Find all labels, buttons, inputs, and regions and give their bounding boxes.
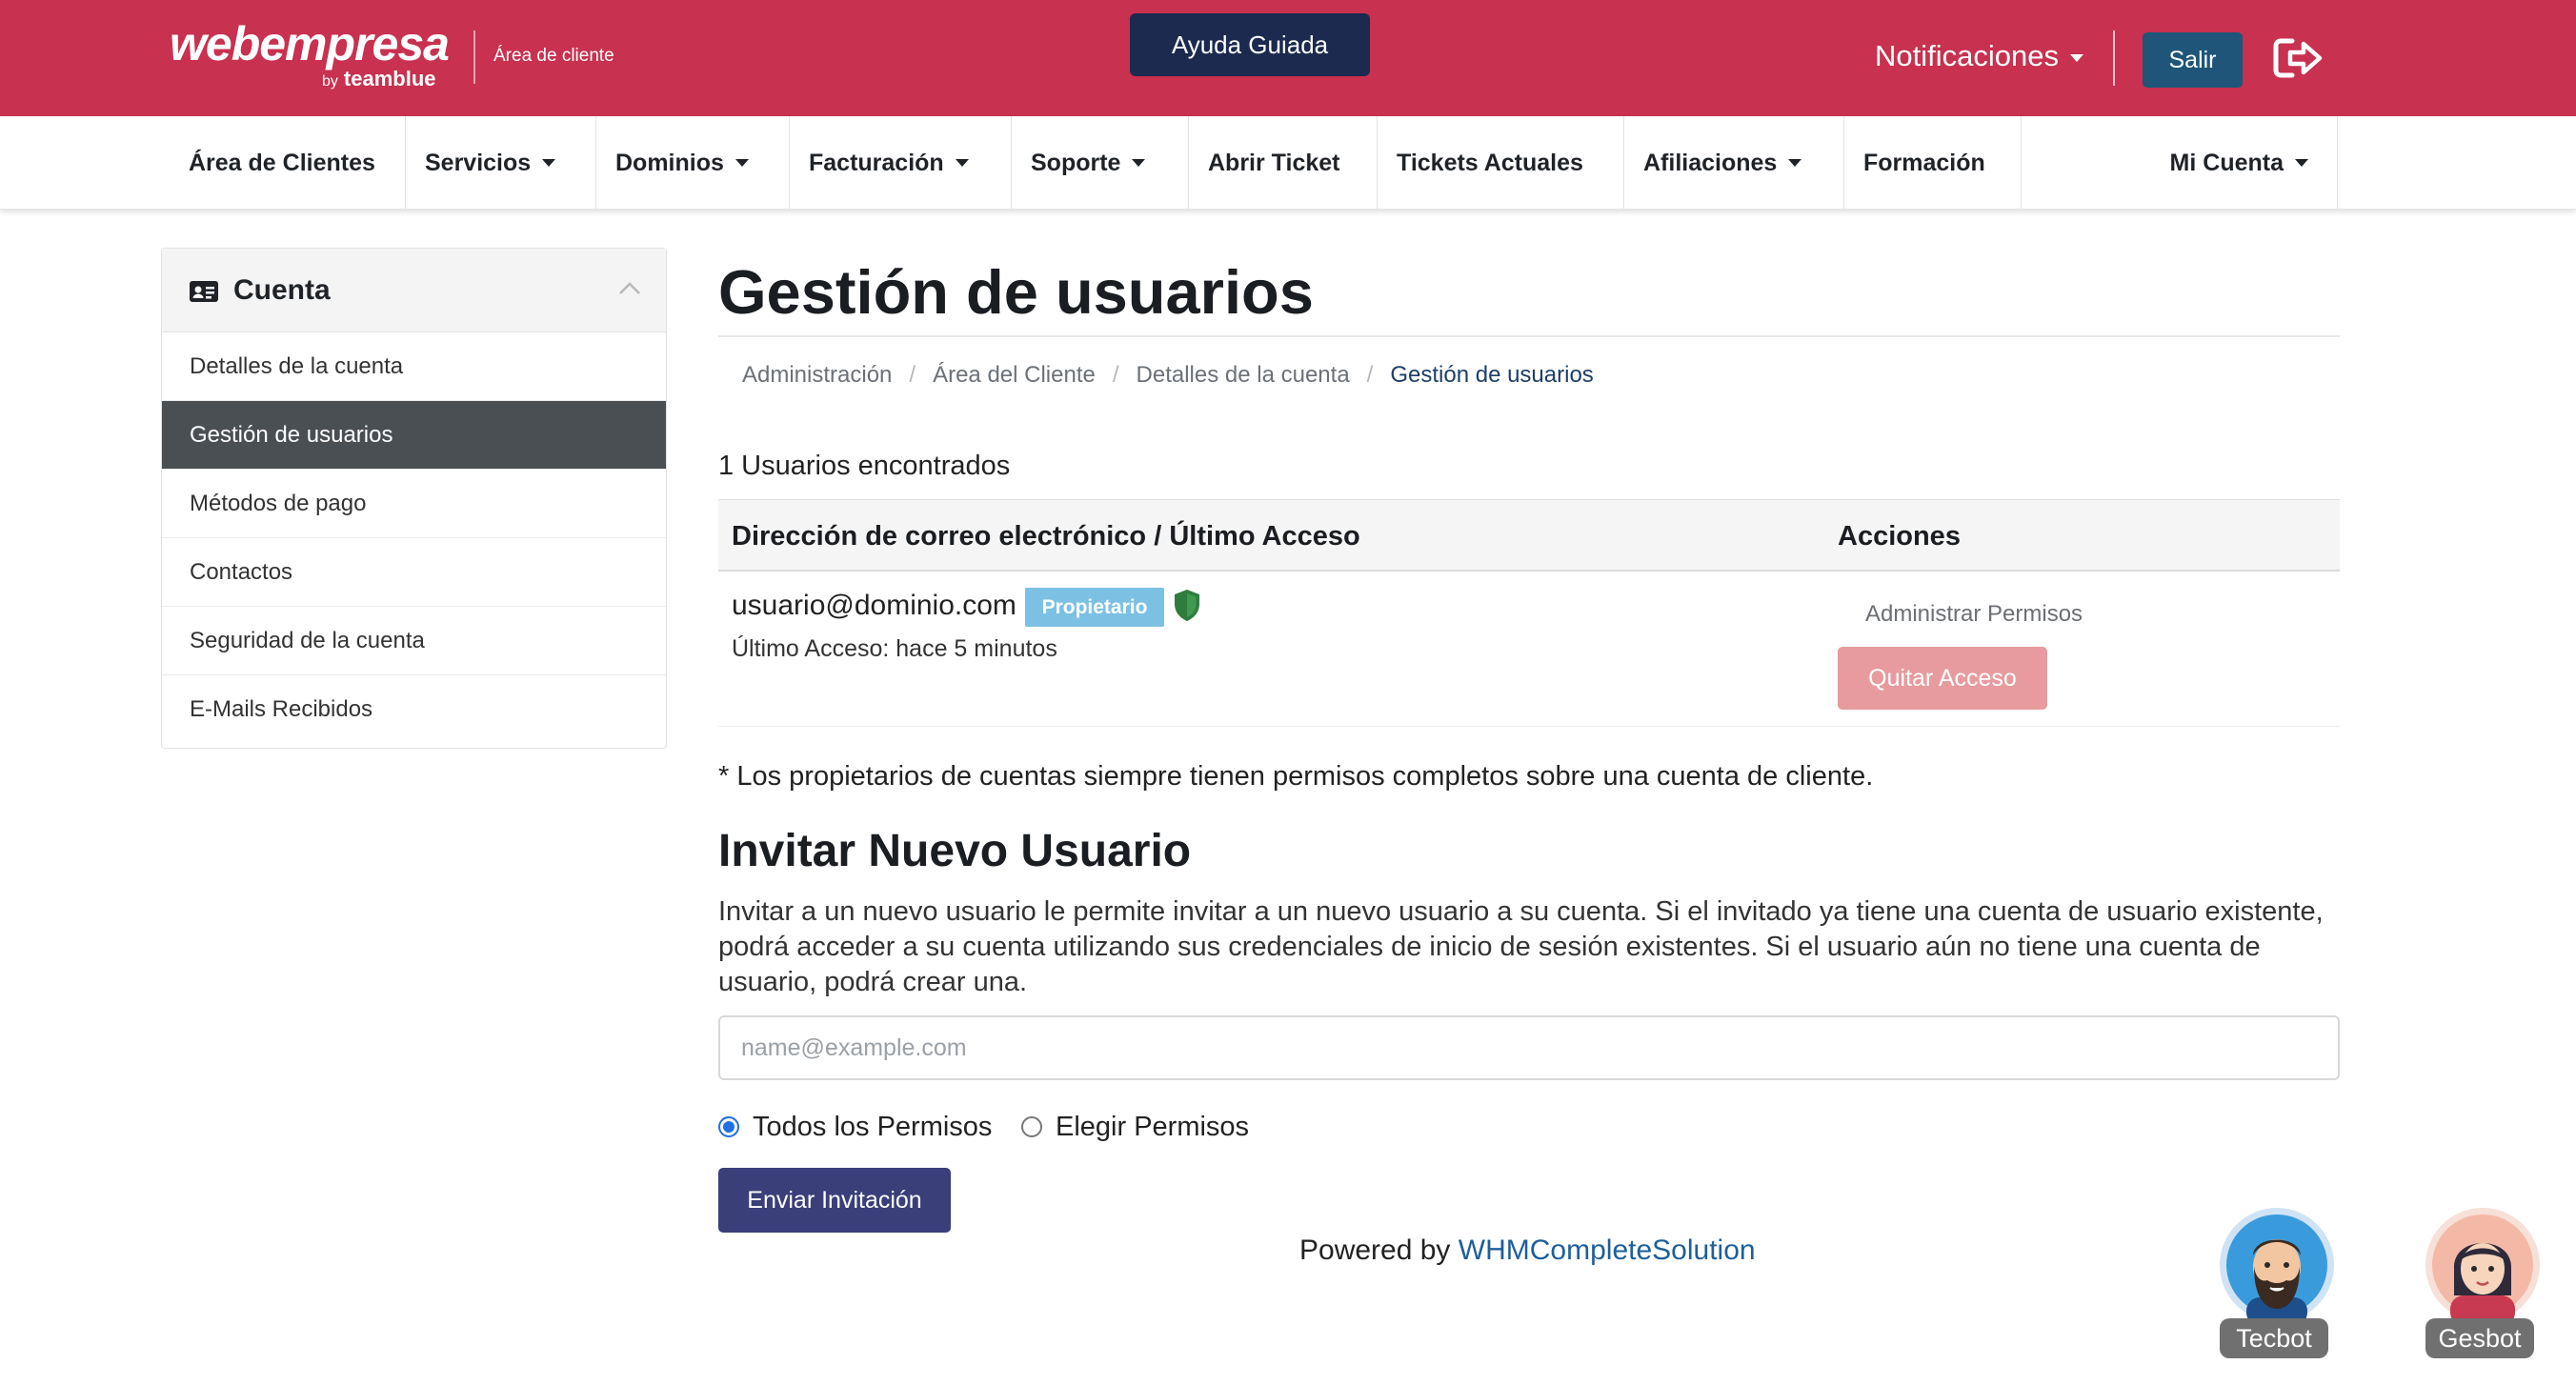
caret-down-icon [1788, 159, 1802, 167]
nav-label: Área de Clientes [189, 149, 375, 176]
send-invitation-button[interactable]: Enviar Invitación [718, 1168, 951, 1233]
breadcrumb: Administración / Área del Cliente / Detalles… [742, 360, 1594, 391]
nav-label: Facturación [809, 149, 944, 176]
nav-label: Soporte [1031, 149, 1121, 176]
column-header-email: Dirección de correo electrónico / Último… [732, 521, 1360, 552]
caret-down-icon [955, 159, 969, 167]
sidebar-item-emails-received[interactable]: E-Mails Recibidos [162, 675, 666, 744]
sidebar-item-account-details[interactable]: Detalles de la cuenta [162, 332, 666, 401]
nav-item-client-area[interactable]: Área de Clientes [170, 116, 406, 210]
invite-description: Invitar a un nuevo usuario le permite in… [718, 896, 2324, 997]
nav-label: Mi Cuenta [2169, 149, 2284, 176]
sidebar-item-user-management[interactable]: Gestión de usuarios [162, 401, 666, 470]
row-divider [718, 726, 2340, 727]
breadcrumb-separator: / [1366, 362, 1374, 388]
breadcrumb-separator: / [1112, 362, 1119, 388]
caret-down-icon [1132, 159, 1146, 167]
breadcrumb-current: Gestión de usuarios [1390, 362, 1594, 388]
nav-label: Abrir Ticket [1208, 149, 1340, 176]
page-title: Gestión de usuarios [718, 257, 1314, 327]
whmcs-link[interactable]: WHMCompleteSolution [1459, 1234, 1756, 1266]
invite-email-input[interactable] [718, 1015, 2340, 1080]
chevron-up-icon[interactable] [617, 281, 642, 296]
caret-down-icon [735, 159, 749, 167]
users-found-count: 1 Usuarios encontrados [718, 451, 1011, 481]
shield-icon [1175, 590, 1199, 621]
notifications-dropdown[interactable]: Notificaciones [1875, 36, 2083, 76]
title-divider [718, 335, 2340, 337]
caret-down-icon [2295, 159, 2308, 167]
breadcrumb-item[interactable]: Área del Cliente [933, 362, 1096, 388]
logo-teamblue-text: teamblue [343, 67, 436, 90]
powered-by: Powered by WHMCompleteSolution [1299, 1232, 1756, 1270]
sidebar-item-account-security[interactable]: Seguridad de la cuenta [162, 607, 666, 675]
logo-by-text: by [322, 73, 338, 90]
notifications-label: Notificaciones [1875, 39, 2059, 72]
caret-down-icon [2069, 53, 2083, 62]
sign-out-icon[interactable] [2273, 36, 2323, 80]
radio-label: Todos los Permisos [753, 1111, 993, 1142]
gesbot-widget[interactable]: Gesbot [2424, 1206, 2547, 1366]
radio-button[interactable] [1021, 1116, 1042, 1137]
sidebar-item-contacts[interactable]: Contactos [162, 538, 666, 607]
account-sidebar: Cuenta Detalles de la cuenta Gestión de … [161, 248, 667, 749]
tecbot-avatar [2220, 1208, 2334, 1326]
sidebar-item-payment-methods[interactable]: Métodos de pago [162, 470, 666, 538]
nav-item-open-ticket[interactable]: Abrir Ticket [1189, 116, 1378, 210]
remove-access-button[interactable]: Quitar Acceso [1838, 647, 2047, 710]
nav-label: Tickets Actuales [1397, 149, 1583, 176]
nav-label: Formación [1863, 149, 1985, 176]
breadcrumb-item[interactable]: Detalles de la cuenta [1137, 362, 1350, 388]
radio-label: Elegir Permisos [1056, 1111, 1250, 1142]
logout-button[interactable]: Salir [2143, 32, 2243, 88]
breadcrumb-separator: / [909, 362, 916, 388]
nav-label: Afiliaciones [1643, 149, 1778, 176]
manage-permissions-link[interactable]: Administrar Permisos [1865, 599, 2083, 630]
nav-item-services[interactable]: Servicios [406, 116, 596, 210]
gesbot-avatar [2425, 1208, 2540, 1326]
last-access: Último Acceso: hace 5 minutos [732, 635, 1057, 662]
nav-item-billing[interactable]: Facturación [790, 116, 1012, 210]
powered-by-text: Powered by [1299, 1234, 1451, 1266]
nav-item-current-tickets[interactable]: Tickets Actuales [1378, 116, 1624, 210]
top-header: webempresa by teamblue Área de cliente Ay… [0, 0, 2576, 116]
invite-title: Invitar Nuevo Usuario [718, 826, 1192, 876]
brand-logo[interactable]: webempresa [170, 13, 450, 74]
owner-badge: Propietario [1025, 588, 1164, 627]
nav-item-my-account[interactable]: Mi Cuenta [2022, 116, 2338, 210]
guided-help-button[interactable]: Ayuda Guiada [1130, 13, 1370, 76]
tecbot-widget[interactable]: Tecbot [2218, 1206, 2342, 1366]
nav-label: Dominios [615, 149, 724, 176]
id-card-icon [190, 281, 218, 302]
nav-label: Servicios [425, 149, 532, 176]
sidebar-header[interactable]: Cuenta [162, 249, 666, 332]
bot-label: Tecbot [2220, 1318, 2328, 1358]
sidebar-title: Cuenta [233, 274, 331, 306]
owners-note: * Los propietarios de cuentas siempre ti… [718, 761, 1874, 792]
nav-item-domains[interactable]: Dominios [596, 116, 790, 210]
radio-button-selected[interactable] [718, 1116, 739, 1137]
breadcrumb-item[interactable]: Administración [742, 362, 892, 388]
radio-all-permissions[interactable]: Todos los Permisos [718, 1107, 992, 1147]
nav-item-training[interactable]: Formación [1844, 116, 2022, 210]
column-header-actions: Acciones [1838, 521, 1961, 552]
header-divider [2113, 30, 2115, 86]
nav-item-affiliates[interactable]: Afiliaciones [1624, 116, 1844, 210]
caret-down-icon [542, 159, 556, 167]
main-nav: Área de Clientes Servicios Dominios Fact… [0, 116, 2576, 210]
client-area-label: Área de cliente [493, 46, 614, 66]
user-email: usuario@dominio.com [732, 590, 1016, 621]
bot-label: Gesbot [2425, 1318, 2534, 1358]
users-table-header: Dirección de correo electrónico / Último… [718, 499, 2340, 572]
logo-divider [473, 30, 475, 84]
nav-item-support[interactable]: Soporte [1012, 116, 1189, 210]
brand-logo-sub: by teamblue [322, 67, 436, 94]
radio-choose-permissions[interactable]: Elegir Permisos [1021, 1107, 1249, 1147]
